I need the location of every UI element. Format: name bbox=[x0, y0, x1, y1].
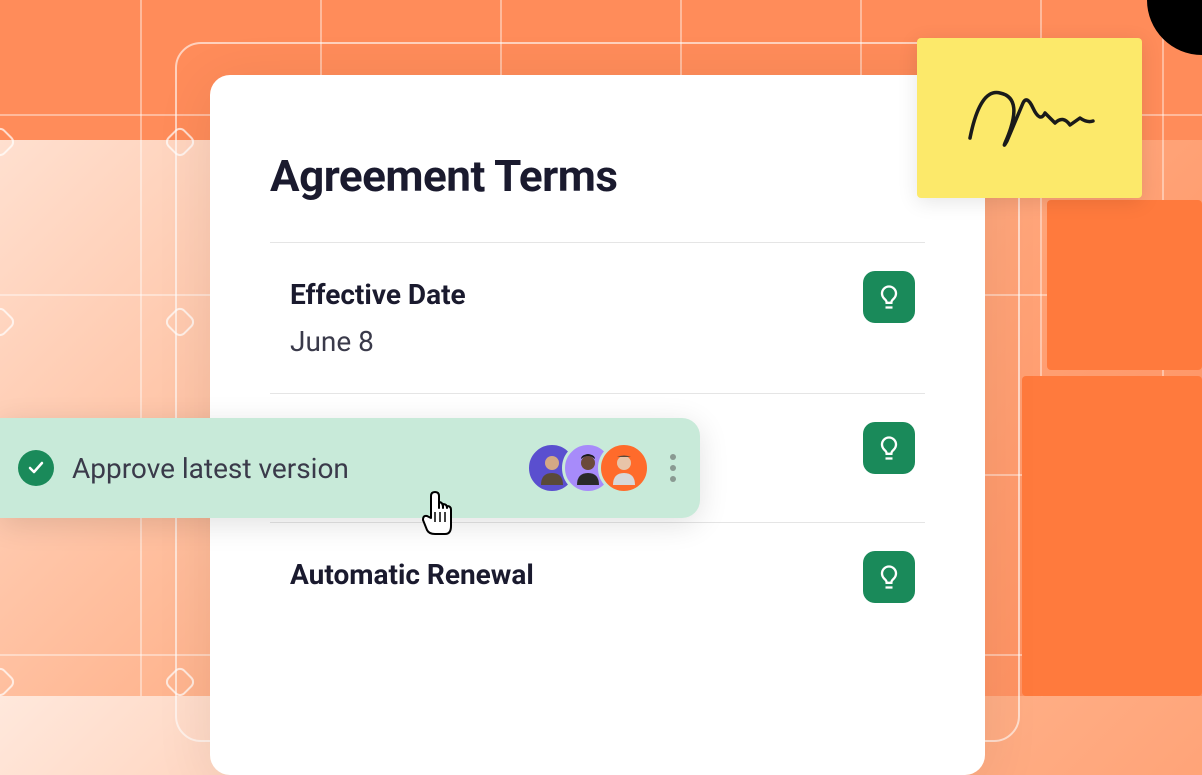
diamond-decoration bbox=[0, 305, 17, 339]
card-title: Agreement Terms bbox=[270, 150, 925, 202]
more-options-button[interactable] bbox=[670, 454, 676, 482]
avatar-face-icon bbox=[607, 451, 641, 485]
lightbulb-icon bbox=[875, 434, 903, 462]
approve-check-badge bbox=[18, 450, 54, 486]
diamond-decoration bbox=[0, 125, 17, 159]
cursor-pointer-icon bbox=[417, 490, 457, 536]
avatar[interactable] bbox=[598, 442, 650, 494]
term-row-effective-date[interactable]: Effective Date June 8 bbox=[270, 243, 925, 393]
avatar-face-icon bbox=[535, 451, 569, 485]
signature-sticky-note[interactable] bbox=[917, 38, 1142, 198]
signature-icon bbox=[955, 73, 1105, 163]
term-value: June 8 bbox=[290, 325, 905, 358]
check-icon bbox=[26, 458, 46, 478]
approve-version-pill[interactable]: Approve latest version bbox=[0, 418, 700, 518]
approve-label: Approve latest version bbox=[72, 452, 526, 485]
term-label: Automatic Renewal bbox=[290, 558, 905, 591]
insight-button[interactable] bbox=[863, 271, 915, 323]
insight-button[interactable] bbox=[863, 551, 915, 603]
background-block bbox=[1022, 376, 1202, 696]
dot-icon bbox=[670, 476, 676, 482]
term-label: Effective Date bbox=[290, 278, 905, 311]
insight-button[interactable] bbox=[863, 422, 915, 474]
dot-icon bbox=[670, 454, 676, 460]
term-row-auto-renewal[interactable]: Automatic Renewal bbox=[270, 523, 925, 640]
background-block bbox=[1047, 200, 1202, 370]
avatar-face-icon bbox=[571, 451, 605, 485]
diamond-decoration bbox=[0, 665, 17, 699]
collaborator-avatars[interactable] bbox=[526, 442, 650, 494]
lightbulb-icon bbox=[875, 283, 903, 311]
dot-icon bbox=[670, 465, 676, 471]
lightbulb-icon bbox=[875, 563, 903, 591]
